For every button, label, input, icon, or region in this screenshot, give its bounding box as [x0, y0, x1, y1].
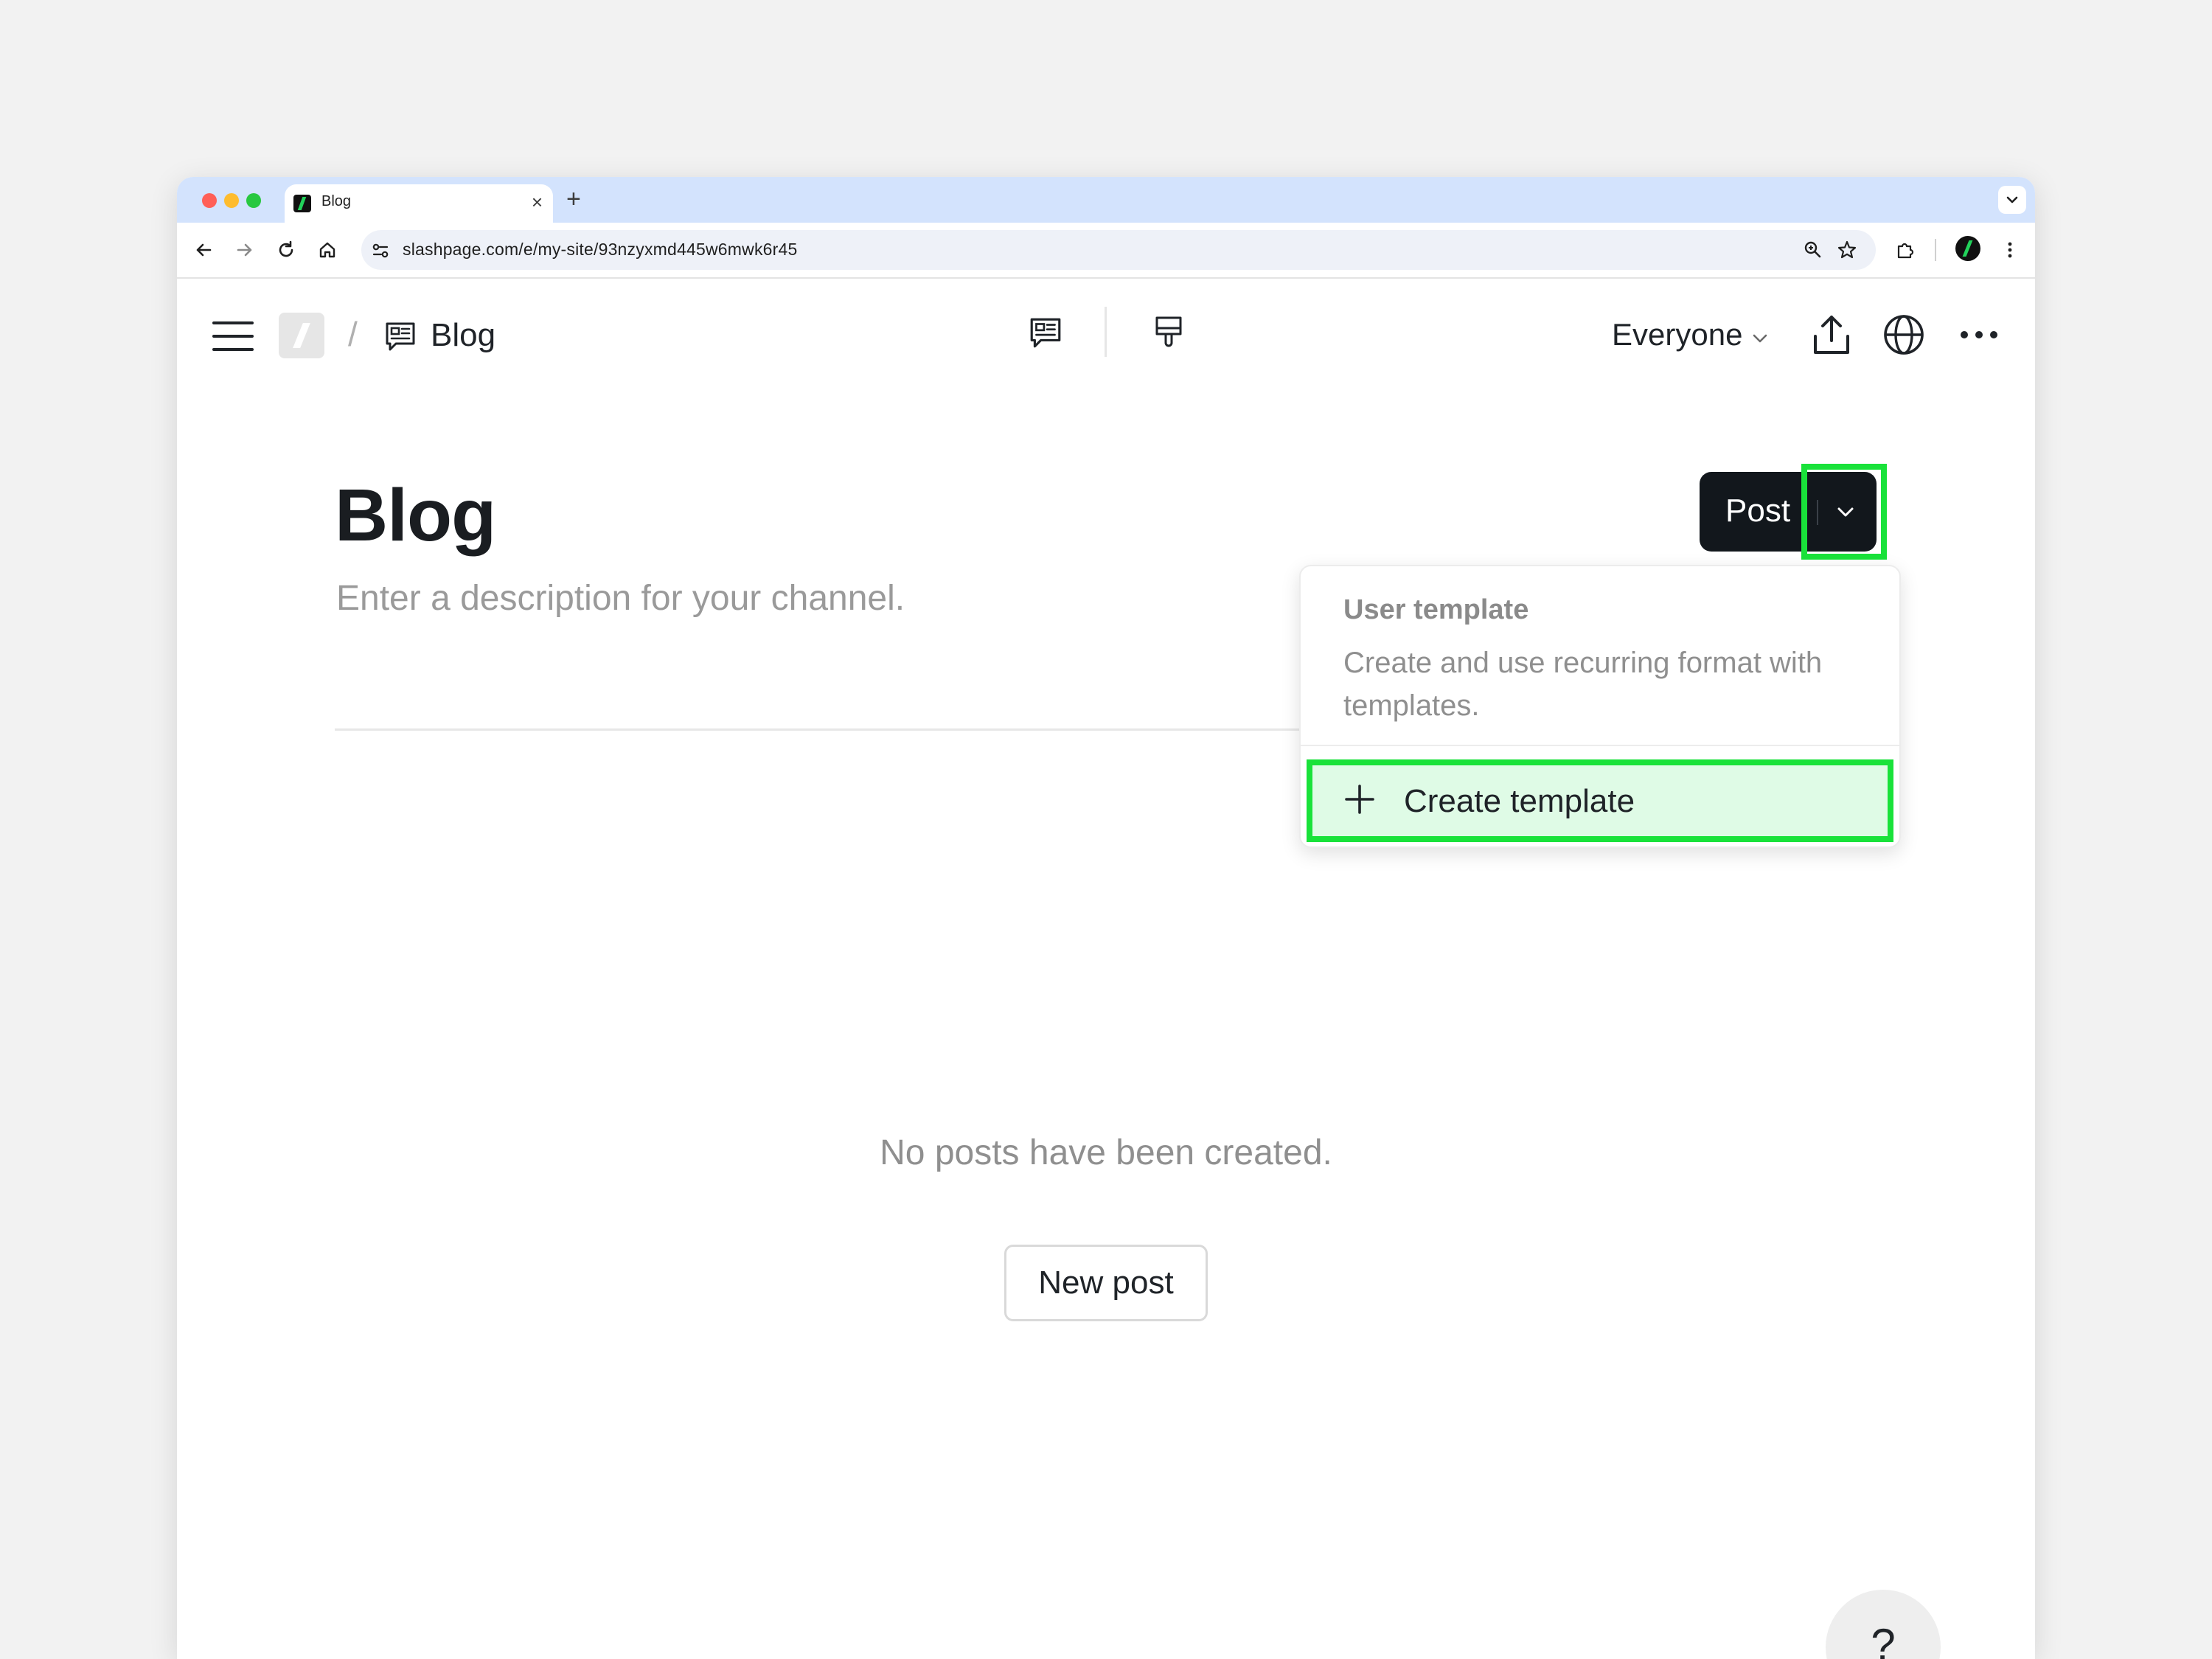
browser-tab[interactable]: Blog ×: [285, 184, 553, 223]
tab-strip: Blog × +: [177, 177, 2035, 223]
kebab-menu-icon: [2008, 242, 2012, 258]
url-text[interactable]: slashpage.com/e/my-site/93nzyxmd445w6mwk…: [403, 240, 797, 260]
browser-toolbar: slashpage.com/e/my-site/93nzyxmd445w6mwk…: [177, 223, 2035, 279]
slashpage-favicon-icon: [293, 195, 311, 212]
site-settings-icon[interactable]: [370, 240, 391, 261]
plus-icon: [1345, 785, 1374, 814]
chevron-down-icon: [2006, 196, 2018, 204]
site-logo[interactable]: [279, 313, 324, 358]
back-button[interactable]: [187, 223, 220, 277]
app-header: / Blog Everyone: [177, 279, 2035, 360]
browser-window: Blog × + slashpage.com/e/my-site/93nzyxm…: [177, 177, 2035, 1659]
bookmark-button[interactable]: [1836, 230, 1858, 270]
post-options-menu: User template Create and use recurring f…: [1299, 565, 1901, 848]
breadcrumb-separator: /: [348, 315, 358, 353]
reload-icon: [279, 240, 293, 257]
paint-brush-icon: [1155, 316, 1182, 347]
channel-description-field[interactable]: Enter a description for your channel.: [336, 578, 905, 619]
tab-close-button[interactable]: ×: [532, 191, 543, 213]
puzzle-icon: [1897, 243, 1914, 259]
profile-avatar[interactable]: [1955, 236, 1980, 261]
more-options-button[interactable]: [1957, 320, 2001, 349]
arrow-right-icon: [237, 243, 252, 257]
upload-share-icon: [1814, 316, 1849, 354]
new-post-button[interactable]: New post: [1004, 1245, 1208, 1321]
maximize-window-button[interactable]: [246, 193, 261, 208]
zoom-button[interactable]: [1802, 230, 1824, 270]
help-label: ?: [1871, 1620, 1896, 1659]
sidebar-toggle-button[interactable]: [211, 314, 255, 358]
address-bar[interactable]: slashpage.com/e/my-site/93nzyxmd445w6mwk…: [361, 230, 1876, 270]
blog-channel-icon: [382, 319, 419, 355]
arrow-left-icon: [196, 243, 212, 257]
header-divider: [1105, 307, 1107, 357]
star-icon: [1837, 240, 1857, 259]
reload-button[interactable]: [270, 223, 302, 277]
paint-style-button[interactable]: [1147, 311, 1190, 354]
more-horizontal-icon: [1961, 331, 1997, 338]
home-button[interactable]: [311, 223, 344, 277]
template-section-title: User template: [1343, 594, 1529, 625]
forward-button[interactable]: [229, 223, 261, 277]
create-template-label: Create template: [1404, 783, 1635, 819]
new-post-label: New post: [1038, 1265, 1174, 1301]
post-options-dropdown-button[interactable]: [1801, 464, 1887, 560]
chevron-down-icon: [1837, 507, 1854, 517]
close-window-button[interactable]: [202, 193, 217, 208]
browser-menu-button[interactable]: [1994, 223, 2026, 277]
post-button-label: Post: [1725, 493, 1791, 529]
share-button[interactable]: [1809, 311, 1854, 358]
tab-title: Blog: [321, 193, 352, 209]
tab-search-button[interactable]: [1998, 186, 2026, 214]
channel-breadcrumb-title[interactable]: Blog: [431, 317, 495, 354]
toolbar-divider: [1935, 239, 1936, 261]
zoom-icon: [1804, 241, 1821, 258]
minimize-window-button[interactable]: [224, 193, 239, 208]
extensions-button[interactable]: [1889, 223, 1921, 277]
chevron-down-icon[interactable]: [1749, 327, 1771, 349]
page-title: Blog: [335, 474, 496, 557]
menu-divider: [1301, 745, 1899, 746]
blog-view-icon: [1030, 318, 1061, 348]
blog-view-button[interactable]: [1025, 313, 1066, 354]
help-button[interactable]: ?: [1826, 1590, 1941, 1659]
hamburger-menu-icon: [212, 321, 254, 351]
globe-icon: [1884, 315, 1924, 355]
create-template-menu-item[interactable]: Create template: [1307, 759, 1893, 842]
empty-state-message: No posts have been created.: [880, 1133, 1332, 1172]
new-tab-button[interactable]: +: [566, 183, 581, 215]
home-icon: [319, 242, 335, 258]
audience-selector[interactable]: Everyone: [1612, 317, 1742, 352]
template-section-description: Create and use recurring format with tem…: [1343, 647, 1823, 722]
publish-button[interactable]: [1882, 313, 1926, 357]
